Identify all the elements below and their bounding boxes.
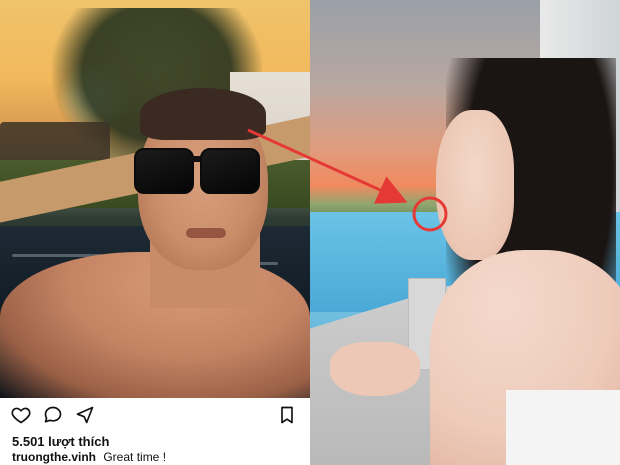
man-mouth — [186, 228, 226, 238]
post-caption: truongthe.vinh Great time ! — [12, 450, 166, 464]
caption-text: Great time ! — [103, 450, 167, 464]
sunglasses-right-lens — [200, 148, 260, 194]
sunglasses — [134, 142, 262, 194]
man-hair — [140, 88, 266, 140]
comparison-collage: 5.501 lượt thích truongthe.vinh Great ti… — [0, 0, 620, 465]
bookmark-icon[interactable] — [276, 404, 298, 426]
send-icon[interactable] — [74, 404, 96, 426]
post-actions — [10, 404, 300, 426]
lace-dress — [506, 390, 620, 465]
comment-icon[interactable] — [42, 404, 64, 426]
instagram-post-footer: 5.501 lượt thích truongthe.vinh Great ti… — [0, 398, 310, 465]
woman-hands — [330, 342, 420, 396]
heart-icon[interactable] — [10, 404, 32, 426]
woman-face — [436, 110, 514, 260]
likes-count[interactable]: 5.501 lượt thích — [12, 434, 109, 449]
sunglasses-left-lens — [134, 148, 194, 194]
left-post-photo[interactable] — [0, 0, 310, 398]
caption-username[interactable]: truongthe.vinh — [12, 450, 96, 464]
right-photo[interactable] — [310, 0, 620, 465]
